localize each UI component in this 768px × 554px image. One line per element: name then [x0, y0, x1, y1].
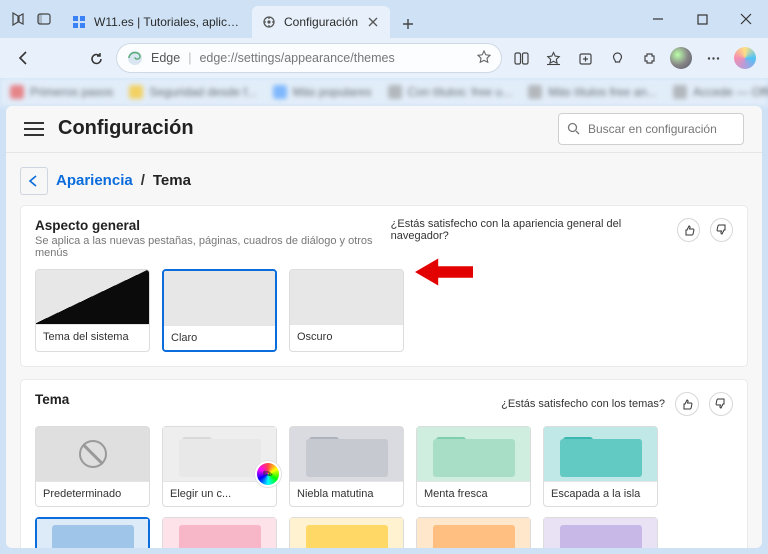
nav-reload-button[interactable]	[80, 42, 112, 74]
tab-title-1: Configuración	[284, 15, 358, 29]
search-placeholder: Buscar en configuración	[588, 122, 717, 136]
more-menu-icon[interactable]	[698, 42, 728, 74]
theme-tile[interactable]: Elegir un c...✎	[162, 426, 277, 507]
address-separator: |	[188, 51, 191, 65]
theme-tile-label: Menta fresca	[417, 481, 530, 506]
theme-tile[interactable]: Menta fresca	[416, 426, 531, 507]
aspect-tile-label: Claro	[164, 325, 275, 350]
annotation-arrow	[415, 254, 473, 290]
theme-tile[interactable]	[543, 517, 658, 548]
new-tab-button[interactable]	[394, 10, 422, 38]
settings-page: Configuración Buscar en configuración Ap…	[6, 106, 762, 548]
settings-menu-button[interactable]	[24, 119, 44, 139]
thumbs-up-button[interactable]	[677, 218, 700, 242]
split-screen-icon[interactable]	[506, 42, 536, 74]
theme-tile[interactable]	[416, 517, 531, 548]
window-titlebar: W11.es | Tutoriales, aplicaciones y Conf…	[0, 0, 768, 38]
theme-tile[interactable]: Niebla matutina	[289, 426, 404, 507]
address-url: edge://settings/appearance/themes	[199, 51, 469, 65]
theme-tile[interactable]	[35, 517, 150, 548]
tab-title-0: W11.es | Tutoriales, aplicaciones y	[94, 15, 242, 29]
edge-logo-icon	[127, 50, 143, 66]
theme-tile[interactable]: Escapada a la isla	[543, 426, 658, 507]
nav-forward-button	[44, 42, 76, 74]
browser-tab-0[interactable]: W11.es | Tutoriales, aplicaciones y	[62, 6, 252, 38]
copilot-icon[interactable]	[730, 42, 760, 74]
page-title: Configuración	[58, 117, 194, 140]
thumbs-down-button[interactable]	[710, 218, 733, 242]
aspect-title: Aspecto general	[35, 218, 391, 233]
breadcrumb-current: Tema	[153, 172, 191, 189]
aspect-tile-dark[interactable]: Oscuro	[289, 269, 404, 352]
favorites-bar: Primeros pasos Seguridad desde f... Más …	[0, 78, 768, 106]
window-close-button[interactable]	[724, 0, 768, 38]
browser-essentials-icon[interactable]	[602, 42, 632, 74]
aspect-card: Aspecto general Se aplica a las nuevas p…	[20, 205, 748, 367]
search-icon	[567, 122, 580, 135]
theme-tile[interactable]	[289, 517, 404, 548]
aspect-tile-label: Oscuro	[290, 324, 403, 349]
breadcrumb-back-button[interactable]	[20, 167, 48, 195]
profile-avatar[interactable]	[666, 42, 696, 74]
breadcrumb-sep: /	[141, 172, 145, 189]
color-picker-button[interactable]: ✎	[254, 460, 282, 488]
aspect-feedback-text: ¿Estás satisfecho con la apariencia gene…	[391, 218, 668, 242]
theme-tile[interactable]	[162, 517, 277, 548]
thumbs-down-button[interactable]	[709, 392, 733, 416]
tab-close-icon[interactable]	[366, 15, 380, 29]
tab-actions-icon[interactable]	[36, 11, 52, 27]
address-prefix: Edge	[151, 51, 180, 65]
aspect-tile-system[interactable]: Tema del sistema	[35, 269, 150, 352]
window-maximize-button[interactable]	[680, 0, 724, 38]
address-bar[interactable]: Edge | edge://settings/appearance/themes	[116, 43, 502, 73]
favorites-icon[interactable]	[538, 42, 568, 74]
theme-tile-label: Niebla matutina	[290, 481, 403, 506]
theme-tile-label: Escapada a la isla	[544, 481, 657, 506]
aspect-tile-label: Tema del sistema	[36, 324, 149, 349]
favicon-1	[262, 15, 276, 29]
theme-tile-label: Predeterminado	[36, 481, 149, 506]
browser-tab-1[interactable]: Configuración	[252, 6, 390, 38]
browser-toolbar: Edge | edge://settings/appearance/themes	[0, 38, 768, 78]
breadcrumb-link[interactable]: Apariencia	[56, 172, 133, 189]
favorite-star-icon[interactable]	[477, 50, 491, 67]
favicon-0	[72, 15, 86, 29]
theme-feedback-text: ¿Estás satisfecho con los temas?	[501, 398, 665, 410]
settings-search-input[interactable]: Buscar en configuración	[558, 113, 744, 145]
workspace-icon[interactable]	[10, 11, 26, 27]
aspect-tile-light[interactable]: Claro	[162, 269, 277, 352]
nav-back-button[interactable]	[8, 42, 40, 74]
extensions-icon[interactable]	[634, 42, 664, 74]
window-minimize-button[interactable]	[636, 0, 680, 38]
theme-tile[interactable]: Predeterminado	[35, 426, 150, 507]
theme-card: Tema ¿Estás satisfecho con los temas? Pr…	[20, 379, 748, 548]
thumbs-up-button[interactable]	[675, 392, 699, 416]
aspect-subtitle: Se aplica a las nuevas pestañas, páginas…	[35, 235, 391, 259]
collections-icon[interactable]	[570, 42, 600, 74]
theme-title: Tema	[35, 392, 69, 407]
